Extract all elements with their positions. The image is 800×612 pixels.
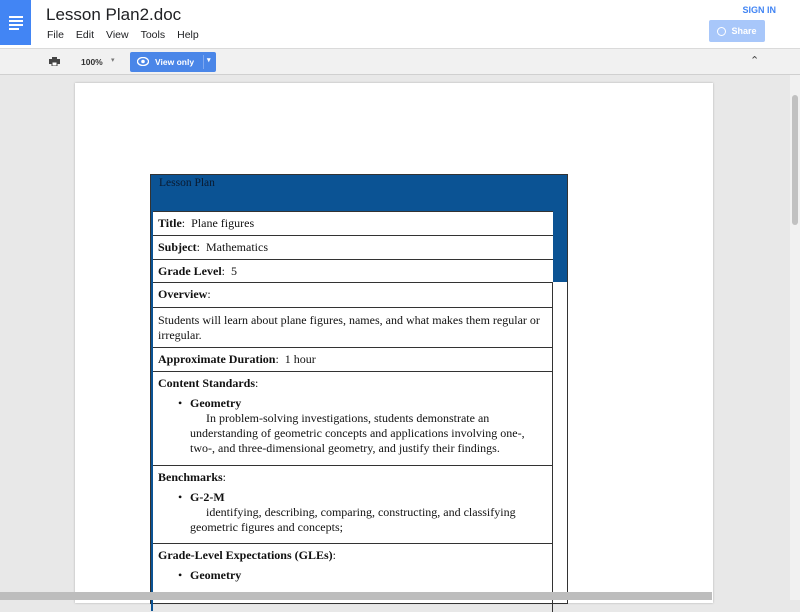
- list-item: • G-2-M identifying, describing, compari…: [153, 490, 553, 535]
- overview-text: Students will learn about plane figures,…: [158, 313, 540, 342]
- menu-help[interactable]: Help: [177, 29, 199, 41]
- lesson-plan-table: Lesson Plan Title: Plane figures Subject…: [150, 174, 568, 612]
- table-row-overview-label: Overview:: [153, 283, 553, 308]
- grade-label: Grade Level: [158, 264, 222, 278]
- bullet-icon: •: [178, 396, 183, 410]
- list-item: • Geometry: [153, 568, 553, 583]
- standards-text: In problem-solving investigations, stude…: [190, 411, 525, 455]
- toolbar: 100% ▾ View only ▾ ⌃: [0, 48, 800, 75]
- menu-bar: File Edit View Tools Help: [47, 29, 211, 41]
- share-button[interactable]: Share: [709, 20, 765, 42]
- table-row-benchmarks: Benchmarks: • G-2-M identifying, describ…: [153, 466, 553, 544]
- button-divider: [203, 55, 204, 69]
- docs-menu-icon[interactable]: [0, 0, 31, 45]
- bullet-icon: •: [178, 568, 183, 582]
- print-icon[interactable]: [49, 57, 60, 66]
- bullet-icon: •: [178, 490, 183, 504]
- gle-label: Grade-Level Expectations (GLEs): [158, 548, 333, 562]
- overview-label: Overview: [158, 287, 208, 301]
- menu-edit[interactable]: Edit: [76, 29, 94, 41]
- view-mode-label: View only: [155, 57, 195, 67]
- duration-label: Approximate Duration: [158, 352, 276, 366]
- benchmarks-item: G-2-M: [190, 490, 225, 504]
- list-item: • Geometry In problem-solving investigat…: [153, 396, 553, 456]
- scrollbar-thumb[interactable]: [792, 95, 798, 225]
- table-title: Lesson Plan: [159, 177, 215, 189]
- chevron-down-icon[interactable]: ▾: [207, 56, 211, 64]
- menu-file[interactable]: File: [47, 29, 64, 41]
- app-header: Lesson Plan2.doc File Edit View Tools He…: [0, 0, 800, 48]
- title-label: Title: [158, 216, 182, 230]
- table-row-subject: Subject: Mathematics: [153, 236, 553, 260]
- menu-view[interactable]: View: [106, 29, 129, 41]
- gle-item: Geometry: [190, 568, 242, 582]
- standards-item: Geometry: [190, 396, 242, 410]
- view-mode-button[interactable]: View only ▾: [130, 52, 216, 72]
- vertical-scrollbar[interactable]: [790, 75, 800, 600]
- benchmarks-text: identifying, describing, comparing, cons…: [190, 505, 516, 534]
- globe-icon: [717, 26, 727, 36]
- table-header: Lesson Plan: [151, 175, 567, 211]
- table-row-duration: Approximate Duration: 1 hour: [153, 348, 553, 372]
- duration-value: 1 hour: [284, 352, 316, 366]
- zoom-select[interactable]: 100%: [81, 57, 103, 67]
- subject-label: Subject: [158, 240, 197, 254]
- benchmarks-label: Benchmarks: [158, 470, 223, 484]
- sign-in-link[interactable]: SIGN IN: [742, 5, 776, 15]
- chevron-down-icon[interactable]: ▾: [111, 56, 115, 64]
- header-side-band: [553, 211, 567, 282]
- horizontal-scrollbar[interactable]: [0, 592, 712, 600]
- table-row-grade: Grade Level: 5: [153, 260, 553, 283]
- collapse-toolbar-icon[interactable]: ⌃: [750, 54, 759, 67]
- title-value: Plane figures: [191, 216, 255, 230]
- table-row-overview: Students will learn about plane figures,…: [153, 308, 553, 348]
- subject-value: Mathematics: [206, 240, 268, 254]
- table-row-title: Title: Plane figures: [153, 211, 553, 236]
- menu-tools[interactable]: Tools: [141, 29, 166, 41]
- standards-label: Content Standards: [158, 376, 256, 390]
- share-label: Share: [731, 26, 757, 36]
- eye-icon: [137, 57, 149, 66]
- table-row-standards: Content Standards: • Geometry In problem…: [153, 372, 553, 466]
- grade-value: 5: [231, 264, 237, 278]
- document-title: Lesson Plan2.doc: [46, 5, 182, 24]
